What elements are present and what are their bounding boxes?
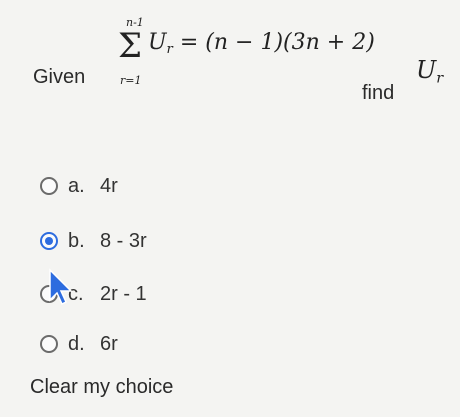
sigma-symbol: Σ	[118, 26, 143, 66]
target-subscript: r	[436, 70, 444, 87]
clear-choice-link[interactable]: Clear my choice	[30, 376, 173, 399]
target-term: Ur	[416, 56, 443, 86]
expression-subscript: r	[166, 41, 173, 57]
option-c[interactable]: c. 2r - 1	[40, 280, 340, 314]
option-text: 8 - 3r	[100, 230, 147, 252]
option-text: 6r	[100, 333, 118, 355]
sum-lower-limit: r=1	[120, 74, 142, 87]
sum-expression: Ur = (n − 1)(3n + 2)	[148, 30, 375, 57]
target-variable: U	[416, 56, 437, 84]
expression-rhs: = (n − 1)(3n + 2)	[179, 30, 375, 55]
radio-button[interactable]	[40, 335, 58, 353]
option-b[interactable]: b. 8 - 3r	[40, 227, 340, 261]
option-letter: b.	[68, 230, 85, 252]
option-text: 4r	[100, 175, 118, 197]
option-letter: d.	[68, 333, 85, 355]
option-letter: c.	[68, 283, 84, 305]
question-stem: Given n-1 Σ r=1 Ur = (n − 1)(3n + 2) fin…	[0, 0, 460, 140]
option-letter: a.	[68, 175, 85, 197]
given-label: Given	[33, 66, 86, 88]
option-d[interactable]: d. 6r	[40, 330, 340, 364]
expression-term: U	[148, 30, 167, 55]
radio-button-selected[interactable]	[40, 232, 58, 250]
radio-button[interactable]	[40, 177, 58, 195]
option-text: 2r - 1	[100, 283, 147, 305]
find-label: find	[362, 82, 395, 104]
option-a[interactable]: a. 4r	[40, 172, 340, 206]
radio-button[interactable]	[40, 285, 58, 303]
